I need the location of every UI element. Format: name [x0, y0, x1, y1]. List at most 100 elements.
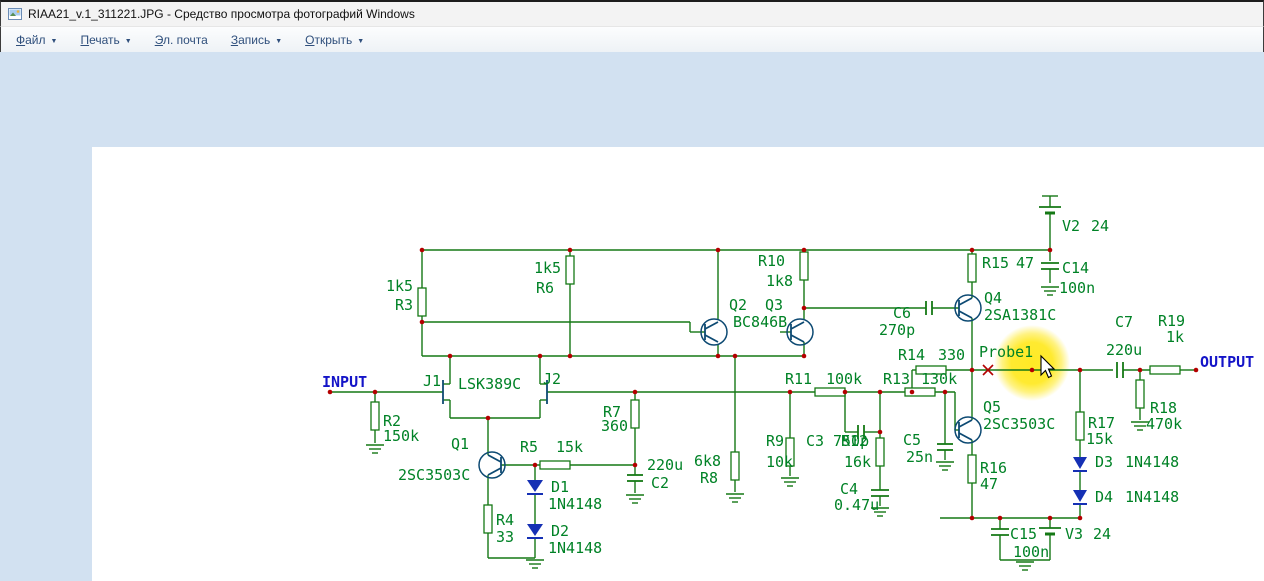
- diode-icon: [527, 524, 543, 536]
- component-label: 15k: [556, 438, 583, 456]
- component-label: 33: [496, 528, 514, 546]
- menu-item-email[interactable]: Эл. почта: [146, 30, 217, 50]
- menu-item-burn[interactable]: Запись ▼: [222, 30, 291, 50]
- resistor-body: [417, 287, 427, 317]
- resistor-body: [904, 387, 936, 397]
- component-label: BC846B: [733, 313, 787, 331]
- component-label: 24: [1093, 525, 1111, 543]
- component-label: 25n: [906, 448, 933, 466]
- component-label: 100k: [826, 370, 862, 388]
- transistor-symbol: [790, 321, 805, 330]
- photo-canvas[interactable]: INPUT R2 150k 1k5 R3 J1 LSK389C J2 1k5 R6 Q1 2SC350…: [92, 147, 1264, 581]
- component-label: C2: [651, 474, 669, 492]
- component-label: 0.47u: [834, 496, 879, 514]
- resistor-body: [875, 437, 885, 467]
- title-bar: RIAA21_v.1_311221.JPG - Средство просмот…: [0, 0, 1264, 27]
- resistor-body: [1149, 365, 1181, 375]
- dropdown-arrow-icon: ▼: [357, 37, 365, 45]
- transistor-symbol: [704, 334, 719, 343]
- component-label: D2: [551, 522, 569, 540]
- component-label: 360: [601, 417, 628, 435]
- component-label: C7: [1115, 313, 1133, 331]
- component-label: R5: [520, 438, 538, 456]
- junction-dot: [969, 515, 975, 521]
- component-label: LSK389C: [458, 375, 521, 393]
- component-label: 1k5: [534, 259, 561, 277]
- resistor-body: [967, 253, 977, 283]
- component-label: 330: [938, 346, 965, 364]
- component-label: 1N4148: [1125, 488, 1179, 506]
- component-label: D1: [551, 478, 569, 496]
- component-label: OUTPUT: [1200, 353, 1254, 371]
- resistor-body: [539, 460, 571, 470]
- menu-bar: Файл ▼ Печать ▼ Эл. почта Запись ▼ Открыть ▼: [0, 27, 1264, 53]
- junction-dot: [715, 247, 721, 253]
- component-label: Q2: [729, 296, 747, 314]
- junction-dot: [447, 353, 453, 359]
- component-label: 1N4148: [1125, 453, 1179, 471]
- junction-dot: [801, 247, 807, 253]
- junction-dot: [632, 462, 638, 468]
- diode-icon: [1073, 490, 1087, 502]
- menu-item-file[interactable]: Файл ▼: [7, 30, 66, 50]
- component-label: V2: [1062, 217, 1080, 235]
- transistor-symbol: [487, 467, 502, 476]
- component-label: 2SC3503C: [398, 466, 470, 484]
- component-label: 470k: [1146, 415, 1182, 433]
- component-labels: INPUTR2150k1k5R3J1 LSK389C J21k5R6Q12SC350…: [322, 217, 1254, 561]
- component-label: Q1: [451, 435, 469, 453]
- component-label: 270p: [879, 321, 915, 339]
- component-label: 100n: [1059, 279, 1095, 297]
- junction-dot: [567, 247, 573, 253]
- dropdown-arrow-icon: ▼: [50, 37, 58, 45]
- component-label: 1k8: [766, 272, 793, 290]
- component-label: C5: [903, 431, 921, 449]
- component-label: J1: [423, 372, 441, 390]
- junction-dot: [715, 353, 721, 359]
- resistor-body: [730, 451, 740, 481]
- component-label: 220u: [1106, 341, 1142, 359]
- component-label: 24: [1091, 217, 1109, 235]
- component-label: 2SA1381C: [984, 306, 1056, 324]
- resistor-body: [370, 401, 380, 431]
- component-label: R4: [496, 511, 514, 529]
- component-label: R15: [982, 254, 1009, 272]
- resistor-body: [1075, 411, 1085, 441]
- junction-dot: [787, 389, 793, 395]
- component-label: C6: [893, 304, 911, 322]
- menu-item-print[interactable]: Печать ▼: [71, 30, 140, 50]
- resistor-body: [483, 504, 493, 534]
- junction-dot: [632, 389, 638, 395]
- resistor-body: [814, 387, 846, 397]
- component-label: D3: [1095, 453, 1113, 471]
- component-label: V3: [1065, 525, 1083, 543]
- component-label: Q5: [983, 398, 1001, 416]
- transistor-symbol: [704, 321, 719, 330]
- transistor-symbol: [958, 310, 973, 319]
- junction-dot: [537, 353, 543, 359]
- component-label: INPUT: [322, 373, 367, 391]
- junction-dot: [419, 319, 425, 325]
- app-icon: [8, 7, 22, 21]
- dropdown-arrow-icon: ▼: [124, 37, 132, 45]
- resistor-body: [799, 251, 809, 281]
- component-label: Q4: [984, 289, 1002, 307]
- component-label: R10: [758, 252, 785, 270]
- junction-dot: [1193, 367, 1199, 373]
- schematic-image: INPUTR2150k1k5R3J1 LSK389C J21k5R6Q12SC350…: [322, 195, 1254, 571]
- resistor-body: [565, 255, 575, 285]
- component-label: 47: [980, 475, 998, 493]
- component-label: R9: [766, 432, 784, 450]
- junction-dot: [485, 415, 491, 421]
- component-label: 10k: [766, 453, 793, 471]
- junction-dot: [1029, 367, 1035, 373]
- component-label: C15: [1010, 525, 1037, 543]
- resistor-body: [630, 399, 640, 429]
- diode-icon: [527, 480, 543, 492]
- junction-dot: [942, 389, 948, 395]
- junction-dot: [969, 367, 975, 373]
- component-label: J2: [543, 370, 561, 388]
- junction-dot: [842, 389, 848, 395]
- menu-item-open[interactable]: Открыть ▼: [296, 30, 373, 50]
- junction-dot: [532, 462, 538, 468]
